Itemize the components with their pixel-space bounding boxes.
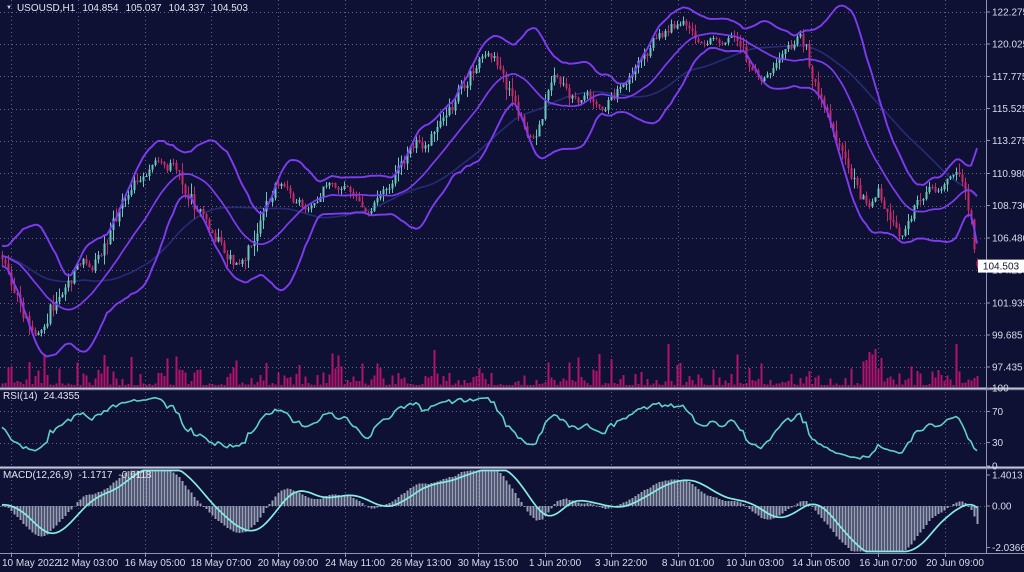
time-axis-label: 20 May 09:00 bbox=[258, 558, 319, 569]
time-axis-label: 18 May 07:00 bbox=[191, 558, 252, 569]
macd-tick-label: 0.00 bbox=[992, 502, 1012, 513]
time-axis-label: 20 Jun 09:00 bbox=[926, 558, 984, 569]
time-axis-label: 26 May 13:00 bbox=[391, 558, 452, 569]
time-axis-label: 12 May 03:00 bbox=[58, 558, 119, 569]
time-axis-label: 1 Jun 20:00 bbox=[529, 558, 582, 569]
time-axis-label: 30 May 15:00 bbox=[458, 558, 519, 569]
time-axis-label: 16 Jun 07:00 bbox=[859, 558, 917, 569]
time-axis-label: 14 Jun 05:00 bbox=[792, 558, 850, 569]
price-tick-label: 99.685 bbox=[992, 331, 1023, 342]
time-axis-label: 3 Jun 22:00 bbox=[595, 558, 648, 569]
price-tick-label: 122.275 bbox=[992, 8, 1024, 19]
symbol-menu-icon[interactable]: ▼ bbox=[6, 1, 12, 15]
price-tick-label: 101.935 bbox=[992, 298, 1024, 309]
current-price-label: 104.503 bbox=[983, 262, 1020, 273]
time-axis-label: 10 May 2022 bbox=[2, 558, 60, 569]
macd-tick-label: -2.0366 bbox=[992, 543, 1024, 554]
price-tick-label: 108.730 bbox=[992, 201, 1024, 212]
time-axis-label: 24 May 11:00 bbox=[325, 558, 385, 569]
rsi-tick-label: 100 bbox=[992, 384, 1009, 395]
price-tick-label: 110.980 bbox=[992, 169, 1024, 180]
time-axis-label: 10 Jun 03:00 bbox=[726, 558, 784, 569]
price-tick-label: 113.275 bbox=[992, 136, 1024, 147]
current-price-tag: 104.503 bbox=[978, 260, 1024, 273]
rsi-tick-label: 30 bbox=[992, 438, 1004, 449]
time-axis-label: 16 May 05:00 bbox=[125, 558, 186, 569]
trading-chart-window: 122.275 120.025 117.775 115.525 113.275 110.9… bbox=[0, 0, 1024, 572]
macd-tick-label: 1.4013 bbox=[992, 471, 1023, 482]
time-axis-label: 8 Jun 01:00 bbox=[662, 558, 715, 569]
price-tick-label: 120.025 bbox=[992, 40, 1024, 51]
price-tick-label: 117.775 bbox=[992, 72, 1024, 83]
price-tick-label: 115.525 bbox=[992, 104, 1024, 115]
rsi-tick-label: 70 bbox=[992, 407, 1004, 418]
chart-canvas[interactable]: 122.275 120.025 117.775 115.525 113.275 110.9… bbox=[0, 0, 1024, 572]
price-tick-label: 97.435 bbox=[992, 363, 1023, 374]
price-tick-label: 106.480 bbox=[992, 233, 1024, 244]
